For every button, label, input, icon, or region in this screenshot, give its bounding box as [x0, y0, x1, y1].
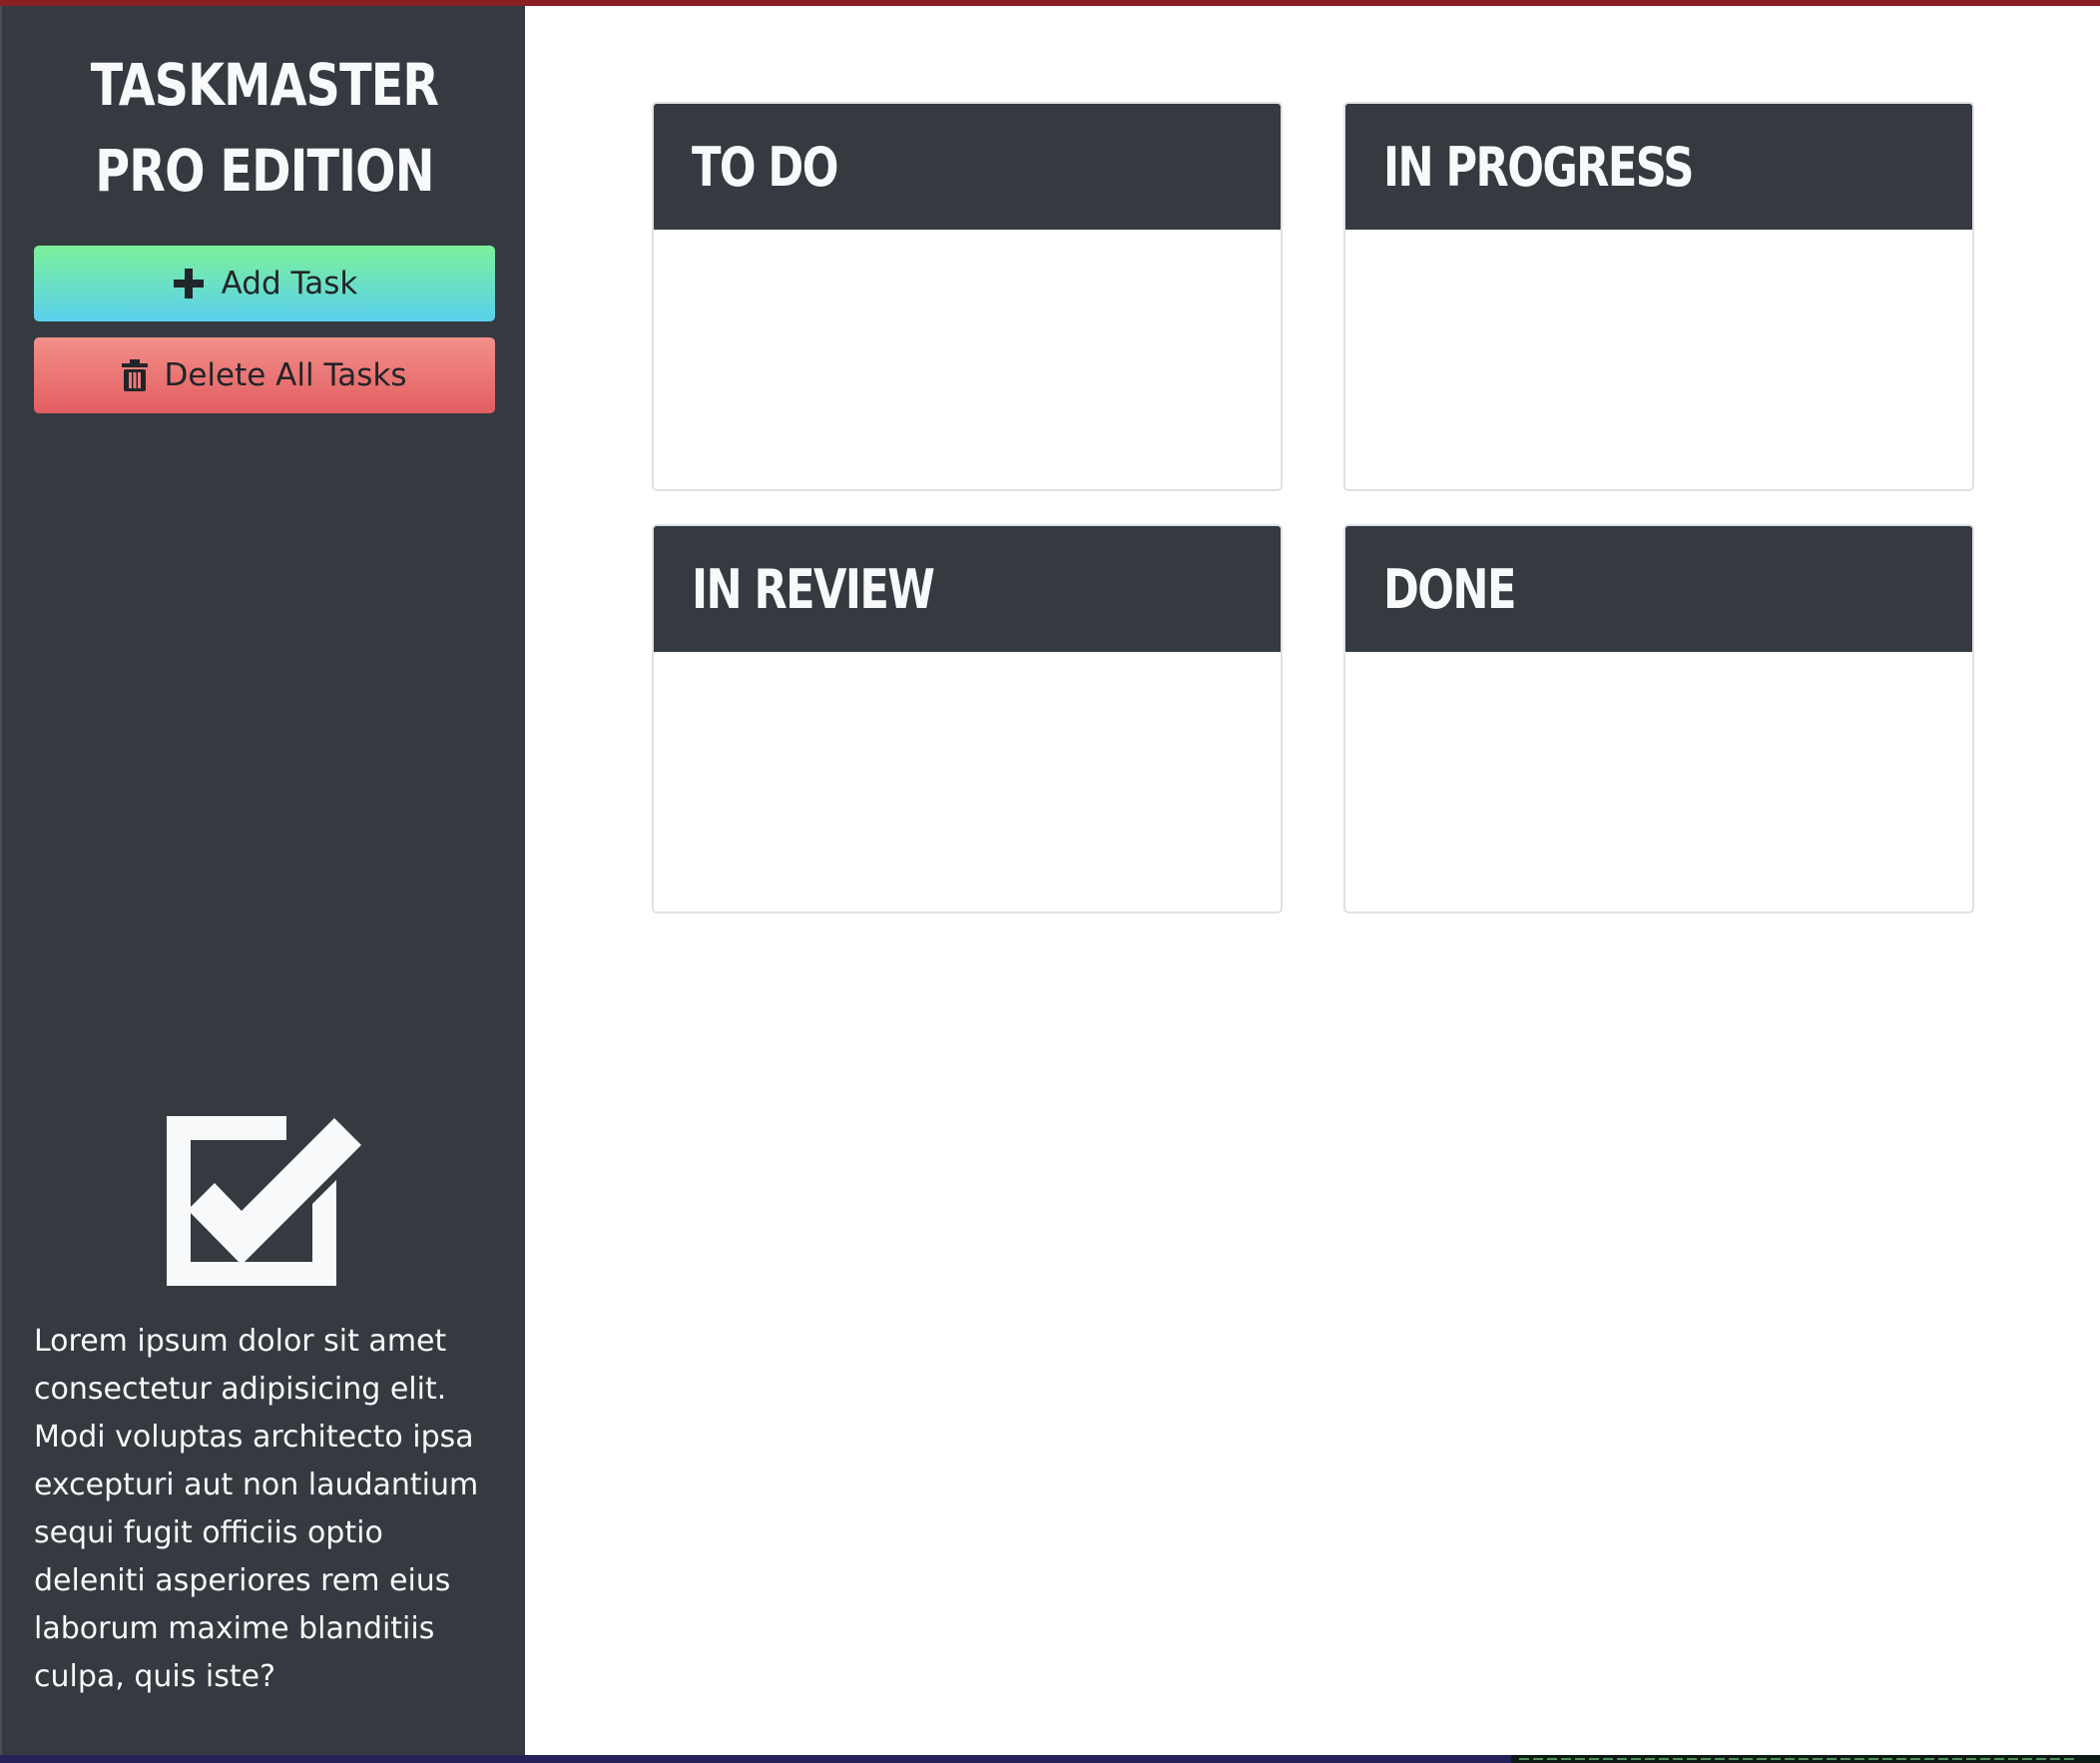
plus-icon [173, 269, 204, 298]
sidebar-description: Lorem ipsum dolor sit amet consectetur a… [34, 1324, 479, 1694]
column-done: DONE [1343, 524, 1974, 913]
column-todo: TO DO [652, 102, 1283, 491]
column-title: IN PROGRESS [1383, 135, 1694, 199]
task-board: TO DO IN PROGRESS IN REVIEW DONE [525, 6, 2100, 1755]
column-title: DONE [1383, 557, 1516, 621]
column-in-progress: IN PROGRESS [1343, 102, 1974, 491]
background-terminal-window [1511, 1755, 2100, 1763]
taskmaster-app: TASKMASTER PRO EDITION Add Task Delete A… [0, 6, 2100, 1755]
column-header: IN PROGRESS [1345, 104, 1972, 230]
column-title: TO DO [692, 135, 838, 199]
column-title: IN REVIEW [692, 557, 935, 621]
add-task-button[interactable]: Add Task [34, 246, 495, 321]
column-header: TO DO [654, 104, 1281, 230]
checkbox-checked-icon [167, 1116, 361, 1286]
column-in-review: IN REVIEW [652, 524, 1283, 913]
app-title: TASKMASTER PRO EDITION [49, 42, 479, 214]
column-drop-area[interactable] [1345, 230, 1972, 489]
column-header: DONE [1345, 526, 1972, 652]
trash-icon [122, 359, 149, 391]
sidebar: TASKMASTER PRO EDITION Add Task Delete A… [0, 6, 525, 1755]
column-drop-area[interactable] [1345, 652, 1972, 911]
delete-all-tasks-label: Delete All Tasks [164, 357, 407, 393]
app-title-line-1: TASKMASTER [90, 51, 439, 119]
add-task-label: Add Task [221, 266, 358, 301]
column-header: IN REVIEW [654, 526, 1281, 652]
app-title-line-2: PRO EDITION [95, 137, 434, 205]
delete-all-tasks-button[interactable]: Delete All Tasks [34, 337, 495, 413]
column-drop-area[interactable] [654, 652, 1281, 911]
column-drop-area[interactable] [654, 230, 1281, 489]
